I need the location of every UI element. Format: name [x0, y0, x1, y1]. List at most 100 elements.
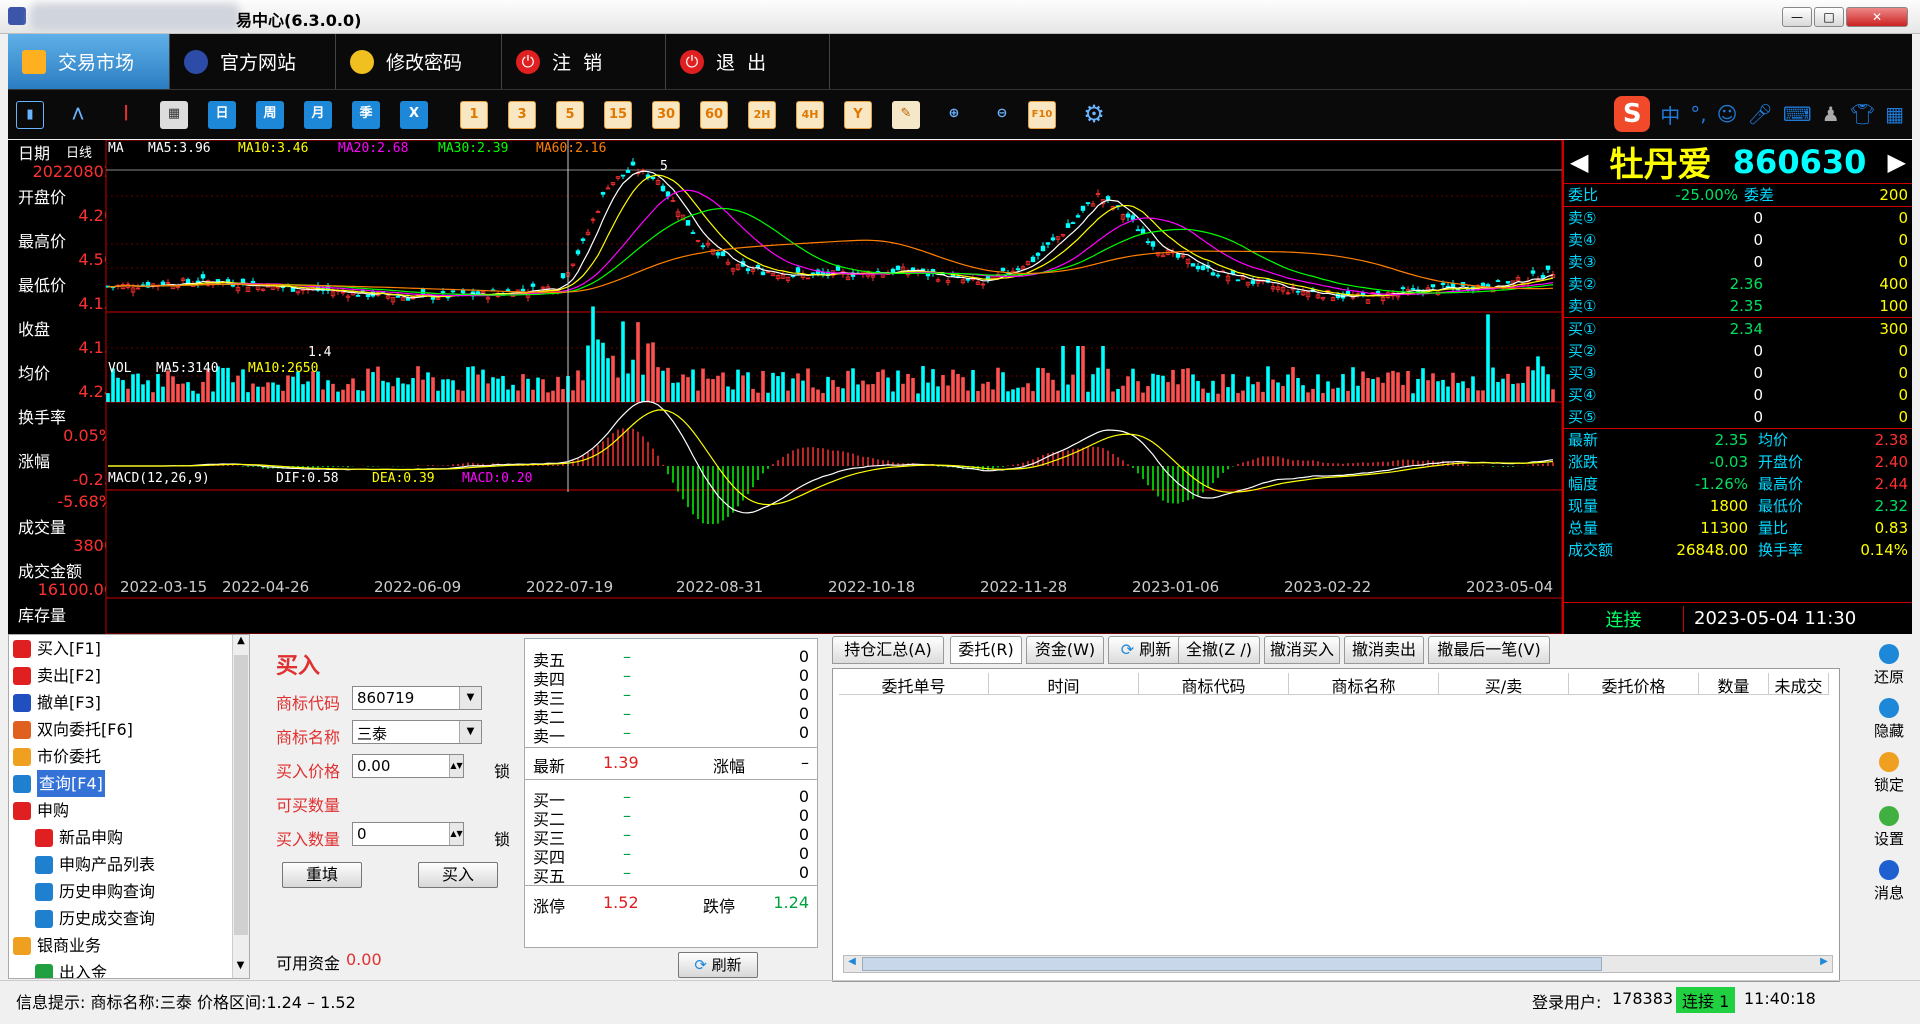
- tab-button[interactable]: 撤最后一笔(V): [1428, 636, 1550, 664]
- qty-input[interactable]: 0 ▲▼: [352, 822, 464, 846]
- tab-button[interactable]: 资金(W): [1026, 636, 1104, 664]
- zoom-out-icon[interactable]: ⊖: [988, 101, 1016, 129]
- side-action-button[interactable]: 消息: [1864, 860, 1914, 903]
- price-input[interactable]: 0.00 ▲▼: [352, 754, 464, 778]
- reset-button[interactable]: 重填: [282, 862, 362, 888]
- tree-item[interactable]: 撤单[F3]: [9, 689, 249, 716]
- hour-4-button[interactable]: 4H: [796, 101, 824, 129]
- menu-official-site[interactable]: 官方网站: [170, 34, 336, 89]
- year-button[interactable]: Y: [844, 101, 872, 129]
- keyboard-icon[interactable]: ⌨: [1783, 102, 1812, 126]
- scroll-up-icon[interactable]: ▲: [233, 635, 249, 653]
- menu-change-password[interactable]: 修改密码: [336, 34, 502, 89]
- tree-scrollbar[interactable]: ▲ ▼: [232, 635, 249, 978]
- minute-5-button[interactable]: 5: [556, 101, 584, 129]
- ime-chinese-toggle[interactable]: 中: [1660, 100, 1680, 129]
- scroll-down-icon[interactable]: ▼: [233, 960, 248, 978]
- chevron-down-icon[interactable]: ▼: [459, 721, 481, 743]
- tree-item[interactable]: 银商业务: [9, 932, 249, 959]
- maximize-button[interactable]: □: [1814, 7, 1844, 27]
- emoji-icon[interactable]: ☺: [1717, 102, 1738, 126]
- kline-chart[interactable]: 日线 MA MA5:3.96 MA10:3.46 MA20:2.68 MA30:2.39 M…: [8, 140, 1562, 634]
- scroll-thumb[interactable]: [234, 655, 248, 935]
- menu-exit[interactable]: ⏻ 退 出: [666, 34, 830, 89]
- close-button[interactable]: ✕: [1846, 7, 1908, 27]
- tree-item[interactable]: 双向委托[F6]: [9, 716, 249, 743]
- hour-2-button[interactable]: 2H: [748, 101, 776, 129]
- table-column-header[interactable]: 时间: [989, 673, 1139, 694]
- minute-15-button[interactable]: 15: [604, 101, 632, 129]
- tab-button[interactable]: 持仓汇总(A): [832, 636, 944, 664]
- qty-stepper[interactable]: ▲▼: [449, 823, 463, 845]
- tab-button[interactable]: ⟳ 刷新: [1108, 636, 1184, 664]
- chevron-down-icon[interactable]: ▼: [459, 687, 481, 709]
- prev-stock-arrow-icon[interactable]: ◀: [1570, 148, 1588, 176]
- tab-button[interactable]: 全撤(Z /): [1178, 636, 1260, 664]
- zoom-in-icon[interactable]: ⊕: [940, 101, 968, 129]
- horizontal-scrollbar[interactable]: ◀ ▶: [843, 955, 1833, 973]
- period-week-button[interactable]: 周: [256, 101, 284, 129]
- period-x-button[interactable]: X: [400, 101, 428, 129]
- side-action-button[interactable]: 还原: [1864, 644, 1914, 687]
- table-column-header[interactable]: 未成交: [1769, 673, 1829, 694]
- scroll-right-icon[interactable]: ▶: [1816, 956, 1832, 972]
- microphone-icon[interactable]: 🎤︎: [1748, 102, 1773, 126]
- scroll-left-icon[interactable]: ◀: [844, 956, 860, 972]
- minute-1-button[interactable]: 1: [460, 101, 488, 129]
- sogou-logo-icon[interactable]: S: [1614, 96, 1651, 132]
- period-day-button[interactable]: 日: [208, 101, 236, 129]
- period-month-button[interactable]: 月: [304, 101, 332, 129]
- book-refresh-button[interactable]: ⟳ 刷新: [678, 952, 758, 978]
- tree-item[interactable]: 市价委托: [9, 743, 249, 770]
- bar-chart-icon[interactable]: ▮: [16, 101, 44, 129]
- table-column-header[interactable]: 买/卖: [1439, 673, 1569, 694]
- tree-item[interactable]: 新品申购: [9, 824, 249, 851]
- minimize-button[interactable]: —: [1782, 7, 1812, 27]
- tab-button[interactable]: 撤消买入: [1264, 636, 1340, 664]
- settings-gear-icon[interactable]: ⚙: [1080, 101, 1108, 129]
- tree-item[interactable]: 买入[F1]: [9, 635, 249, 662]
- menu-logout[interactable]: ⏻ 注 销: [502, 34, 666, 89]
- price-lock-label[interactable]: 锁: [494, 758, 510, 782]
- candle-body: [1505, 281, 1511, 284]
- tree-item[interactable]: 申购: [9, 797, 249, 824]
- f10-button[interactable]: F10: [1028, 101, 1056, 129]
- tree-item[interactable]: 历史申购查询: [9, 878, 249, 905]
- minute-30-button[interactable]: 30: [652, 101, 680, 129]
- side-action-button[interactable]: 设置: [1864, 806, 1914, 849]
- next-stock-arrow-icon[interactable]: ▶: [1888, 148, 1906, 176]
- menu-grid-icon[interactable]: ▦: [1885, 102, 1904, 126]
- period-quarter-button[interactable]: 季: [352, 101, 380, 129]
- table-column-header[interactable]: 委托价格: [1569, 673, 1699, 694]
- tab-button[interactable]: 撤消卖出: [1344, 636, 1424, 664]
- draw-tool-icon[interactable]: ✎: [892, 101, 920, 129]
- tab-button[interactable]: 委托(R): [950, 636, 1022, 664]
- table-column-header[interactable]: 商标代码: [1139, 673, 1289, 694]
- user-icon[interactable]: ♟: [1822, 102, 1840, 126]
- hscroll-thumb[interactable]: [862, 957, 1602, 971]
- table-column-header[interactable]: 数量: [1699, 673, 1769, 694]
- tree-item[interactable]: 查询[F4]: [9, 770, 249, 797]
- qty-lock-label[interactable]: 锁: [494, 826, 510, 850]
- side-action-button[interactable]: 隐藏: [1864, 698, 1914, 741]
- table-column-header[interactable]: 委托单号: [839, 673, 989, 694]
- side-action-button[interactable]: 锁定: [1864, 752, 1914, 795]
- tree-item[interactable]: 历史成交查询: [9, 905, 249, 932]
- skin-icon[interactable]: 👕︎: [1850, 102, 1875, 126]
- name-select[interactable]: 三泰 ▼: [352, 720, 482, 744]
- line-chart-icon[interactable]: ⋀: [64, 101, 92, 129]
- price-stepper[interactable]: ▲▼: [449, 755, 463, 777]
- kline-chart-panel[interactable]: 日期 20220802 开盘价 4.20 最高价 4.50 最低价 4.15 收盘 4.15 均价 4…: [8, 140, 1912, 634]
- tree-item[interactable]: 出入金: [9, 959, 249, 978]
- candlestick-icon[interactable]: ┃: [112, 101, 140, 129]
- tree-item[interactable]: 卖出[F2]: [9, 662, 249, 689]
- tree-item[interactable]: 申购产品列表: [9, 851, 249, 878]
- ime-punct-toggle[interactable]: °,: [1690, 102, 1706, 126]
- buy-submit-button[interactable]: 买入: [418, 862, 498, 888]
- calendar-icon[interactable]: ▦: [160, 101, 188, 129]
- minute-60-button[interactable]: 60: [700, 101, 728, 129]
- code-select[interactable]: 860719 ▼: [352, 686, 482, 710]
- minute-3-button[interactable]: 3: [508, 101, 536, 129]
- table-column-header[interactable]: 商标名称: [1289, 673, 1439, 694]
- menu-trade-market[interactable]: 交易市场: [8, 34, 170, 89]
